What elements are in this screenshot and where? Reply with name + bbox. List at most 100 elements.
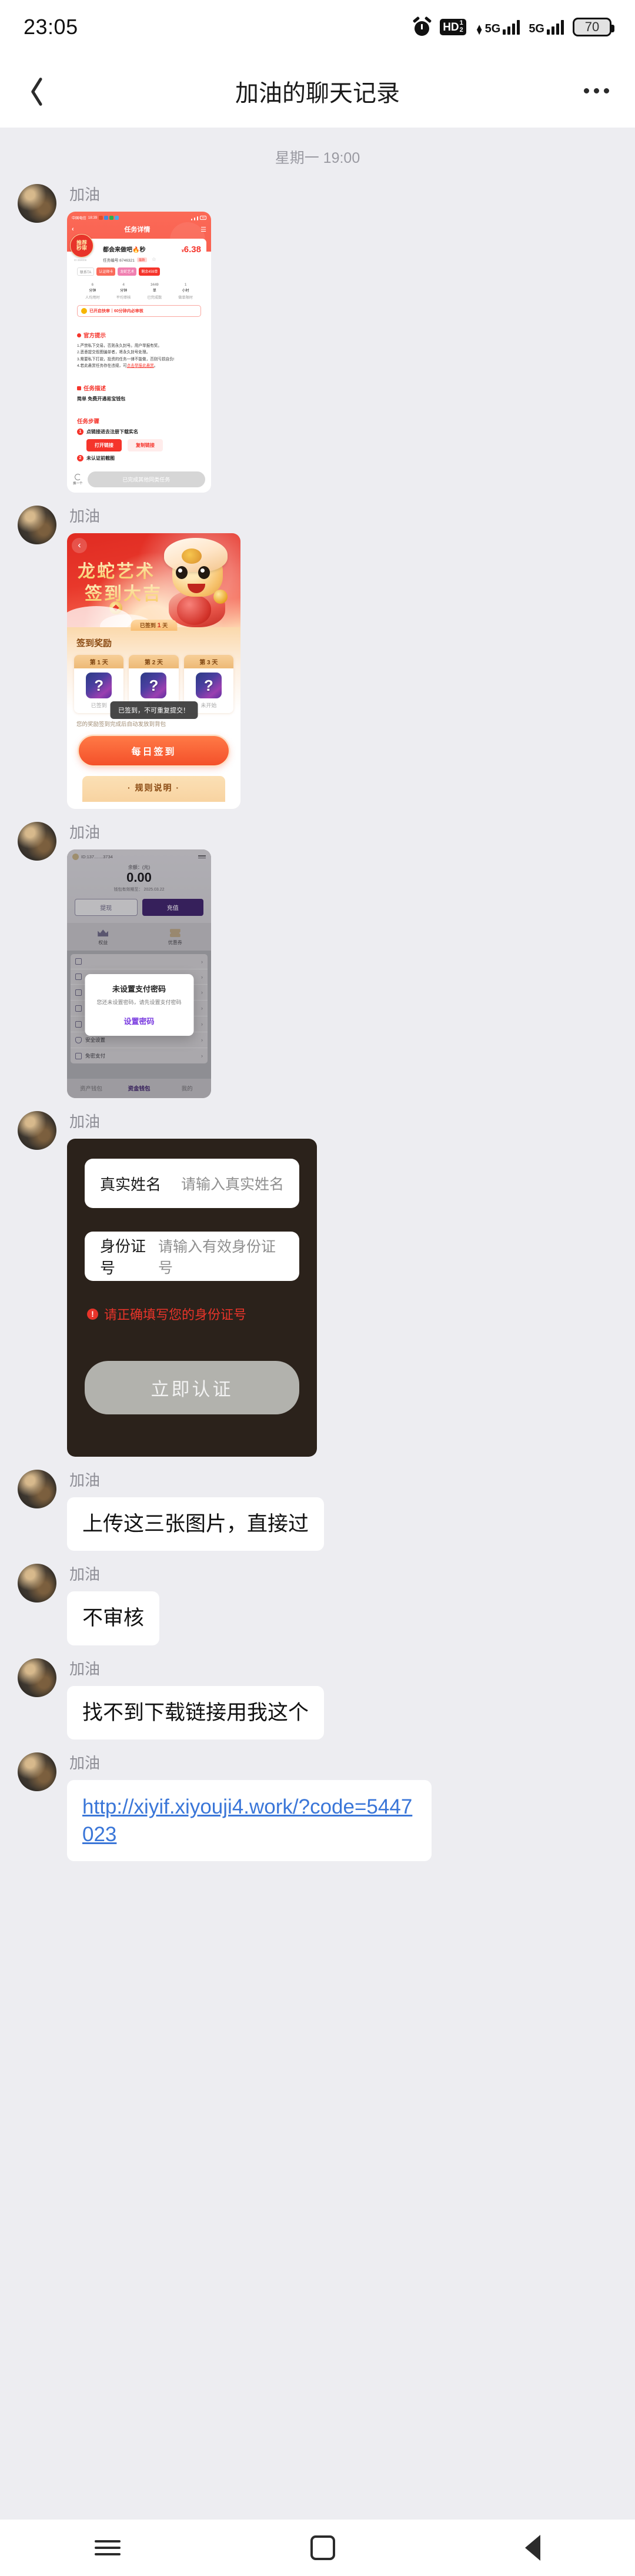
sign-in-hero-banner: ‹ 龙蛇艺术 签到大吉 <box>67 533 240 627</box>
new-badge: 最新 <box>136 257 147 262</box>
validation-error: ! 请正确填写您的身份证号 <box>87 1304 299 1323</box>
more-options-button[interactable] <box>584 88 609 93</box>
avatar[interactable] <box>18 184 56 223</box>
set-password-button[interactable]: 设置密码 <box>92 1015 186 1026</box>
gift-box-icon: ? <box>195 673 222 698</box>
recharge-button[interactable]: 充值 <box>142 899 203 916</box>
chevron-right-icon: › <box>201 1021 203 1028</box>
recent-apps-icon[interactable] <box>95 2540 121 2555</box>
image-message-task-detail[interactable]: 中国电信 18:39 70 ‹ 任务详情 ☰ 推荐 秒审 ID:356008 都… <box>67 212 211 493</box>
bill-icon <box>75 973 82 981</box>
signed-days-badge: 已签到 1 天 <box>130 620 178 631</box>
link-message[interactable]: http://xiyif.xiyouji4.work/?code=5447023 <box>67 1779 432 1862</box>
text-message[interactable]: 找不到下载链接用我这个 <box>67 1685 325 1739</box>
step-2-text: 未认证前截图 <box>86 456 115 461</box>
task-steps-section: 任务步骤 1 点链接进去注册下载实名 打开链接 复制链接 2 未认证前截图 <box>72 412 206 467</box>
real-name-field[interactable]: 真实姓名 请输入真实姓名 <box>85 1159 299 1209</box>
task-description-text: 简单 免费开通易宝钱包 <box>77 396 126 402</box>
list-icon <box>77 386 81 390</box>
day-3-header: 第 3 天 <box>183 655 233 668</box>
wallet-bottom-tabs: 资产钱包 资金钱包 我的 <box>67 1079 211 1099</box>
inner-menu-icon[interactable] <box>198 855 206 859</box>
id-verify-screenshot: 真实姓名 请输入真实姓名 身份证号 请输入有效身份证号 ! 请正确填写您的身份证… <box>67 1139 317 1457</box>
bank-card-icon <box>75 989 82 996</box>
tab-fund-wallet[interactable]: 资金钱包 <box>115 1084 163 1092</box>
inner-menu-icon[interactable]: ☰ <box>200 226 206 233</box>
pay-settings-icon <box>75 1021 82 1028</box>
daily-sign-in-button[interactable]: 每日签到 <box>79 736 229 765</box>
wallet-expiry: 钱包有效期至： 2025.03.22 <box>113 888 165 892</box>
task-summary-card: 推荐 秒审 ID:356008 都会来做吧🔥秒 ¥6.38 任务编号:67463… <box>70 234 206 322</box>
image-message-sign-in[interactable]: ‹ 龙蛇艺术 签到大吉 已签到 1 天 签到奖励 第 1 天 ? 已签到 第 2… <box>67 533 240 809</box>
text-message[interactable]: 上传这三张图片，直接过 <box>67 1497 325 1551</box>
quick-benefits[interactable]: 权益 <box>67 929 139 946</box>
chat-list[interactable]: 星期一 19:00 加油 中国电信 18:39 70 ‹ 任务详情 ☰ 推荐 秒… <box>0 128 635 2520</box>
back-button[interactable] <box>26 75 44 108</box>
tab-mine[interactable]: 我的 <box>163 1084 211 1092</box>
page-title: 加油的聊天记录 <box>235 80 400 106</box>
done-tasks-button[interactable]: 已完成其他同类任务 <box>87 471 205 487</box>
avatar[interactable] <box>18 1658 56 1697</box>
copy-link-button[interactable]: 复制链接 <box>128 439 163 451</box>
app-header: 加油的聊天记录 <box>0 54 635 128</box>
step-2: 2 未认证前截图 <box>77 455 201 461</box>
message-row-image-verify: 加油 真实姓名 请输入真实姓名 身份证号 请输入有效身份证号 ! 请正确填写您的… <box>0 1110 635 1457</box>
battery-icon: 70 <box>573 18 614 36</box>
avatar[interactable] <box>18 1752 56 1791</box>
real-name-label: 真实姓名 <box>100 1175 162 1193</box>
message-row-image-signin: 加油 ‹ 龙蛇艺术 签到大吉 已签到 1 天 签到奖励 第 1 天 ? 已签到 … <box>0 504 635 809</box>
refresh-task-button[interactable]: 换一个 <box>73 473 83 486</box>
status-time: 23:05 <box>24 15 78 39</box>
toast-message: 已签到，不可重复提交！ <box>110 701 198 719</box>
official-line-4: 4.若此悬赏任务存在违规，可点击举报此悬赏。 <box>77 363 158 368</box>
home-icon[interactable] <box>310 2535 335 2560</box>
error-icon: ! <box>87 1308 98 1320</box>
avatar[interactable] <box>18 506 56 544</box>
back-icon[interactable] <box>524 2535 540 2561</box>
step-1-text: 点链接进去注册下载实名 <box>86 429 138 434</box>
avatar[interactable] <box>18 822 56 861</box>
id-number-field[interactable]: 身份证号 请输入有效身份证号 <box>85 1232 299 1282</box>
task-description-section: 任务描述 简单 免费开通易宝钱包 <box>72 379 206 407</box>
task-steps-title: 任务步骤 <box>77 419 100 425</box>
task-number: 任务编号:6746321 <box>103 258 135 263</box>
open-link-button[interactable]: 打开链接 <box>86 439 122 451</box>
official-line-1: 1.严禁私下交易，否则永久封号。用户举报有奖。 <box>77 344 162 349</box>
verify-now-button[interactable]: 立即认证 <box>85 1361 299 1415</box>
list-item[interactable]: 免密支付 › <box>71 1048 208 1063</box>
quick-coupons[interactable]: 优惠券 <box>139 929 212 946</box>
tag-category: 龙蛇艺术 <box>118 267 137 276</box>
inner-back-icon[interactable]: ‹ <box>72 538 87 553</box>
avatar[interactable] <box>18 1470 56 1509</box>
avatar[interactable] <box>18 1111 56 1150</box>
text-message[interactable]: 不审核 <box>67 1591 160 1645</box>
chevron-right-icon: › <box>201 1005 203 1012</box>
status-icons: HD 1 2 ▲ ▼ 5G 5G 70 <box>413 18 614 36</box>
image-message-wallet[interactable]: ID:137……3734 余额：(元) 0.00 钱包有效期至： 2025.03… <box>67 849 212 1099</box>
image-message-id-verify[interactable]: 真实姓名 请输入真实姓名 身份证号 请输入有效身份证号 ! 请正确填写您的身份证… <box>67 1139 317 1457</box>
sender-name: 加油 <box>69 507 101 525</box>
withdraw-button[interactable]: 提现 <box>75 899 138 916</box>
tab-asset-wallet[interactable]: 资产钱包 <box>67 1084 115 1092</box>
mascot-illustration <box>156 538 238 627</box>
stat-avg-time: 6 分钟 人均用时 <box>85 283 100 300</box>
dialog-title: 未设置支付密码 <box>112 985 166 993</box>
favorite-star-icon[interactable]: ☆ <box>152 256 156 263</box>
task-title: 都会来做吧🔥秒 <box>103 247 146 253</box>
renew-icon <box>75 1005 82 1012</box>
message-row-text-1: 加油 上传这三张图片，直接过 <box>0 1468 635 1551</box>
step-1-number: 1 <box>77 429 83 435</box>
day-2-header: 第 2 天 <box>129 655 179 668</box>
list-item[interactable]: › <box>71 954 208 970</box>
avatar[interactable] <box>18 1564 56 1603</box>
message-row-image-wallet: 加油 ID:137……3734 余额：(元) 0.00 钱包有效期至： 2025… <box>0 821 635 1099</box>
link-text[interactable]: http://xiyif.xiyouji4.work/?code=5447023 <box>82 1795 412 1846</box>
report-link[interactable]: 点击举报此悬赏 <box>127 364 154 368</box>
message-row-image-task: 加油 中国电信 18:39 70 ‹ 任务详情 ☰ 推荐 秒审 ID:35600… <box>0 183 635 493</box>
recommend-stamp-icon: 推荐 秒审 <box>70 234 93 257</box>
crown-icon <box>98 929 109 937</box>
chevron-right-icon: › <box>201 989 203 996</box>
rules-title[interactable]: · 规则说明 · <box>82 776 225 802</box>
tag-contact[interactable]: 联系TA <box>77 267 95 276</box>
wallet-screenshot: ID:137……3734 余额：(元) 0.00 钱包有效期至： 2025.03… <box>67 849 212 1099</box>
